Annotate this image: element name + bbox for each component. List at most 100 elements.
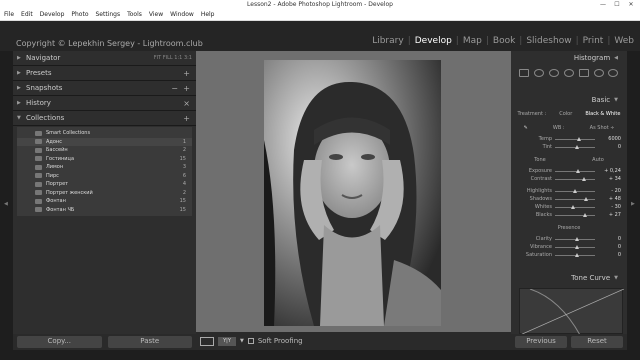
slider-value[interactable]: 0 [618,236,621,242]
menu-view[interactable]: View [149,11,163,18]
slider-value[interactable]: + 0,24 [604,168,621,174]
slider-row[interactable]: Shadows + 48 [511,195,627,203]
slider-value[interactable]: 0 [618,244,621,250]
basic-header[interactable]: Basic ▼ [511,93,627,107]
list-item[interactable]: Портрет 4 [17,180,192,189]
treatment-color-button[interactable]: Color [559,111,572,117]
slider-row[interactable]: Vibrance 0 [511,243,627,251]
paste-button[interactable]: Paste [107,336,192,348]
slider-knob[interactable] [571,204,575,209]
menu-help[interactable]: Help [201,11,215,18]
collections-header[interactable]: ▼ Collections + [13,111,196,126]
menu-photo[interactable]: Photo [71,11,88,18]
tone-auto-button[interactable]: Auto [592,157,604,163]
slider-value[interactable]: - 30 [611,204,621,210]
slider-track[interactable] [555,176,595,181]
eyedropper-icon[interactable]: ✎ [524,125,528,131]
tone-curve-header[interactable]: Tone Curve ▼ [511,271,627,285]
wb-select[interactable]: As Shot ÷ [590,125,615,131]
module-develop[interactable]: Develop [415,36,452,46]
minimize-button[interactable]: — [596,0,610,9]
slider-knob[interactable] [575,144,579,149]
module-map[interactable]: Map [463,36,482,46]
add-preset-icon[interactable]: + [183,69,190,78]
slider-track[interactable] [555,244,595,249]
module-print[interactable]: Print [583,36,604,46]
module-book[interactable]: Book [493,36,515,46]
slider-track[interactable] [555,196,595,201]
slider-knob[interactable] [577,136,581,141]
slider-track[interactable] [555,136,595,141]
loupe-view-icon[interactable] [200,336,214,346]
list-item[interactable]: Бассейн 2 [17,146,192,155]
collapse-right-icon[interactable]: ▶ [631,201,635,207]
slider-row[interactable]: Temp 6000 [511,135,627,143]
slider-knob[interactable] [575,244,579,249]
menu-edit[interactable]: Edit [21,11,33,18]
previous-button[interactable]: Previous [515,336,567,348]
slider-track[interactable] [555,204,595,209]
graduated-filter-icon[interactable] [578,69,589,77]
slider-knob[interactable] [583,212,587,217]
copy-button[interactable]: Copy... [17,336,102,348]
history-header[interactable]: ▶ History × [13,96,196,111]
menu-develop[interactable]: Develop [40,11,65,18]
before-after-view-button[interactable]: Y|Y [218,336,236,346]
red-eye-icon[interactable] [563,69,574,77]
slider-row[interactable]: Highlights - 20 [511,187,627,195]
slider-track[interactable] [555,144,595,149]
reset-button[interactable]: Reset [571,336,623,348]
add-collection-icon[interactable]: + [183,114,190,123]
list-item[interactable]: Адонс 1 [17,137,192,146]
dropdown-arrow-icon[interactable]: ▼ [240,338,244,344]
slider-knob[interactable] [582,176,587,181]
module-slideshow[interactable]: Slideshow [526,36,571,46]
slider-value[interactable]: + 27 [609,212,621,218]
slider-knob[interactable] [575,168,580,173]
spot-removal-icon[interactable] [549,69,560,77]
close-button[interactable]: ✕ [624,0,638,9]
crop-tool-icon[interactable] [534,69,545,77]
slider-row[interactable]: Contrast + 34 [511,175,627,183]
tone-curve-graph[interactable] [519,288,625,336]
slider-row[interactable]: Tint 0 [511,143,627,151]
histogram-header[interactable]: Histogram ◀ [511,51,627,65]
soft-proofing-checkbox[interactable] [247,338,254,344]
radial-filter-icon[interactable] [593,69,604,77]
menu-tools[interactable]: Tools [127,11,142,18]
slider-value[interactable]: 6000 [608,136,621,142]
grid-tool-icon[interactable] [519,69,530,77]
module-web[interactable]: Web [614,36,634,46]
slider-track[interactable] [555,168,595,173]
slider-track[interactable] [555,212,595,217]
slider-knob[interactable] [575,252,579,257]
slider-value[interactable]: 0 [618,144,621,150]
slider-row[interactable]: Blacks + 27 [511,211,627,219]
slider-track[interactable] [555,236,595,241]
treatment-bw-button[interactable]: Black & White [585,111,620,117]
slider-value[interactable]: - 20 [611,188,621,194]
collapse-left-icon[interactable]: ◀ [4,201,8,207]
slider-row[interactable]: Clarity 0 [511,235,627,243]
slider-row[interactable]: Whites - 30 [511,203,627,211]
remove-snapshot-icon[interactable]: − [171,84,178,93]
slider-value[interactable]: + 34 [609,176,621,182]
list-item[interactable]: Фонтан 15 [17,197,192,206]
adjustment-brush-icon[interactable] [608,69,619,77]
navigator-zoom-options[interactable]: FIT FILL 1:1 3:1 [154,55,192,61]
list-item[interactable]: Лимон 3 [17,163,192,172]
list-item[interactable]: Пирс 6 [17,172,192,181]
slider-track[interactable] [555,252,595,257]
clear-history-icon[interactable]: × [183,99,190,108]
navigator-header[interactable]: ▶ Navigator FIT FILL 1:1 3:1 [13,51,196,66]
slider-value[interactable]: 0 [618,252,621,258]
presets-header[interactable]: ▶ Presets + [13,66,196,81]
slider-knob[interactable] [583,196,588,201]
menu-settings[interactable]: Settings [96,11,121,18]
slider-row[interactable]: Exposure + 0,24 [511,167,627,175]
portrait-photo[interactable] [264,60,441,326]
list-item[interactable]: Smart Collections [17,129,192,138]
maximize-button[interactable]: ☐ [610,0,624,9]
slider-value[interactable]: + 48 [609,196,621,202]
slider-row[interactable]: Saturation 0 [511,251,627,259]
